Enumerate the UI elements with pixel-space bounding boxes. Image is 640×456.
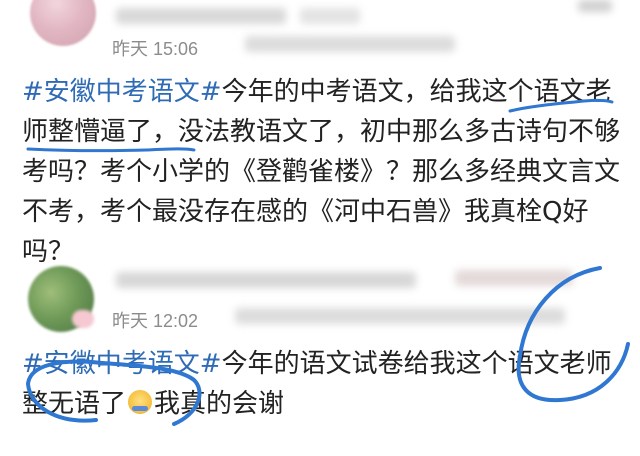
post-1: 昨天 15:06 #安徽中考语文#今年的中考语文，给我这个语文老师整懵逼了，没法… <box>0 0 640 267</box>
meta-blurred <box>300 8 360 24</box>
post-content: #安徽中考语文#今年的语文试卷给我这个语文老师整无语了 我真的会谢 <box>22 344 622 424</box>
hashtag-link[interactable]: #安徽中考语文# <box>22 77 222 107</box>
avatar-badge <box>72 310 94 328</box>
post-time: 昨天 15:06 <box>112 39 199 59</box>
post-time: 昨天 12:02 <box>112 311 199 331</box>
source-blurred <box>245 36 455 52</box>
username-blurred <box>116 272 416 288</box>
source-blurred <box>235 308 565 324</box>
speechless-emoji-icon <box>128 390 153 414</box>
avatar[interactable] <box>30 0 96 46</box>
hashtag-link[interactable]: #安徽中考语文# <box>22 349 222 379</box>
post-body-text-end: 我真的会谢 <box>154 389 285 419</box>
username-tag-blurred <box>455 270 573 286</box>
username-blurred <box>116 8 286 24</box>
post-content: #安徽中考语文#今年的中考语文，给我这个语文老师整懵逼了，没法教语文了，初中那么… <box>22 72 622 272</box>
post-2: 昨天 12:02 #安徽中考语文#今年的语文试卷给我这个语文老师整无语了 我真的会… <box>0 262 640 456</box>
more-icon-blurred <box>578 0 612 12</box>
